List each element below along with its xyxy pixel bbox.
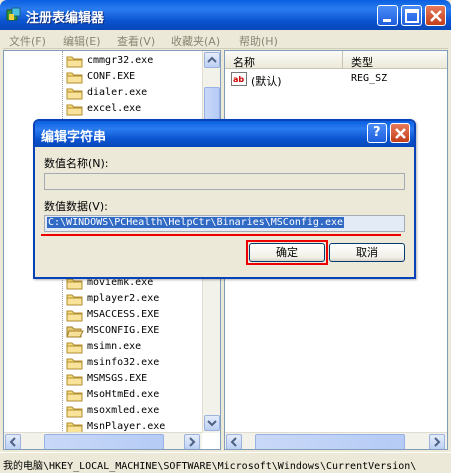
folder-icon — [66, 404, 84, 421]
menu-favorites[interactable]: 收藏夹(A) — [171, 33, 220, 49]
help-button[interactable]: ? — [367, 123, 387, 143]
menu-help[interactable]: 帮助(H) — [239, 33, 278, 49]
regedit-icon — [6, 7, 22, 26]
annotation-underline — [41, 234, 401, 236]
maximize-button[interactable] — [401, 5, 422, 26]
minimize-button[interactable] — [377, 5, 398, 26]
window-titlebar: 注册表编辑器 — [0, 0, 451, 30]
string-value-icon: ab — [231, 72, 247, 89]
cancel-button[interactable]: 取消 — [329, 243, 405, 262]
value-name-field[interactable] — [44, 173, 405, 190]
close-icon — [395, 128, 406, 139]
list-scroll-right-button[interactable] — [429, 434, 445, 449]
folder-icon — [66, 292, 84, 309]
scroll-down-button[interactable] — [204, 415, 220, 431]
scroll-right-button[interactable] — [184, 434, 200, 449]
scroll-up-button[interactable] — [204, 52, 220, 68]
statusbar: 我的电脑\HKEY_LOCAL_MACHINE\SOFTWARE\Microso… — [0, 452, 451, 473]
folder-icon — [66, 102, 84, 119]
folder-icon — [66, 372, 84, 389]
folder-icon — [66, 308, 84, 325]
menu-edit[interactable]: 编辑(E) — [63, 33, 101, 49]
status-path: 我的电脑\HKEY_LOCAL_MACHINE\SOFTWARE\Microso… — [3, 461, 417, 472]
edit-string-dialog: 编辑字符串 ? 数值名称(N): 数值数据(V): C:\WINDOWS\PCH… — [33, 119, 416, 279]
list-hscrollbar[interactable] — [225, 432, 447, 449]
dialog-title: 编辑字符串 — [41, 130, 107, 145]
hscroll-thumb[interactable] — [44, 434, 164, 449]
menubar: 文件(F) 编辑(E) 查看(V) 收藏夹(A) 帮助(H) — [3, 30, 448, 49]
svg-text:ab: ab — [233, 75, 244, 84]
tree-hscrollbar[interactable] — [4, 432, 202, 449]
list-scroll-left-button[interactable] — [226, 434, 242, 449]
column-header-type[interactable]: 类型 — [343, 51, 447, 69]
menu-view[interactable]: 查看(V) — [117, 33, 155, 49]
annotation-box — [246, 240, 328, 265]
value-data-field[interactable]: C:\WINDOWS\PCHealth\HelpCtr\Binaries\MSC… — [44, 215, 405, 232]
value-data-label: 数值数据(V): — [44, 200, 108, 213]
dialog-titlebar: 编辑字符串 ? — [35, 121, 414, 147]
folder-icon — [66, 54, 84, 71]
folder-icon — [66, 86, 84, 103]
window-title: 注册表编辑器 — [26, 11, 105, 26]
value-data-text: C:\WINDOWS\PCHealth\HelpCtr\Binaries\MSC… — [47, 217, 345, 228]
folder-icon — [66, 70, 84, 87]
value-name: (默认) — [251, 75, 282, 88]
list-hscroll-thumb[interactable] — [255, 434, 405, 449]
value-name-label: 数值名称(N): — [44, 157, 109, 170]
close-button[interactable] — [425, 5, 446, 26]
value-type: REG_SZ — [351, 73, 388, 84]
open-folder-icon — [66, 324, 84, 341]
folder-icon — [66, 340, 84, 357]
scroll-left-button[interactable] — [5, 434, 21, 449]
list-row[interactable]: ab (默认) REG_SZ — [225, 71, 445, 88]
column-header-name[interactable]: 名称 — [225, 51, 343, 69]
menu-file[interactable]: 文件(F) — [9, 33, 46, 49]
folder-icon — [66, 356, 84, 373]
folder-icon — [66, 388, 84, 405]
dialog-close-button[interactable] — [390, 123, 410, 143]
